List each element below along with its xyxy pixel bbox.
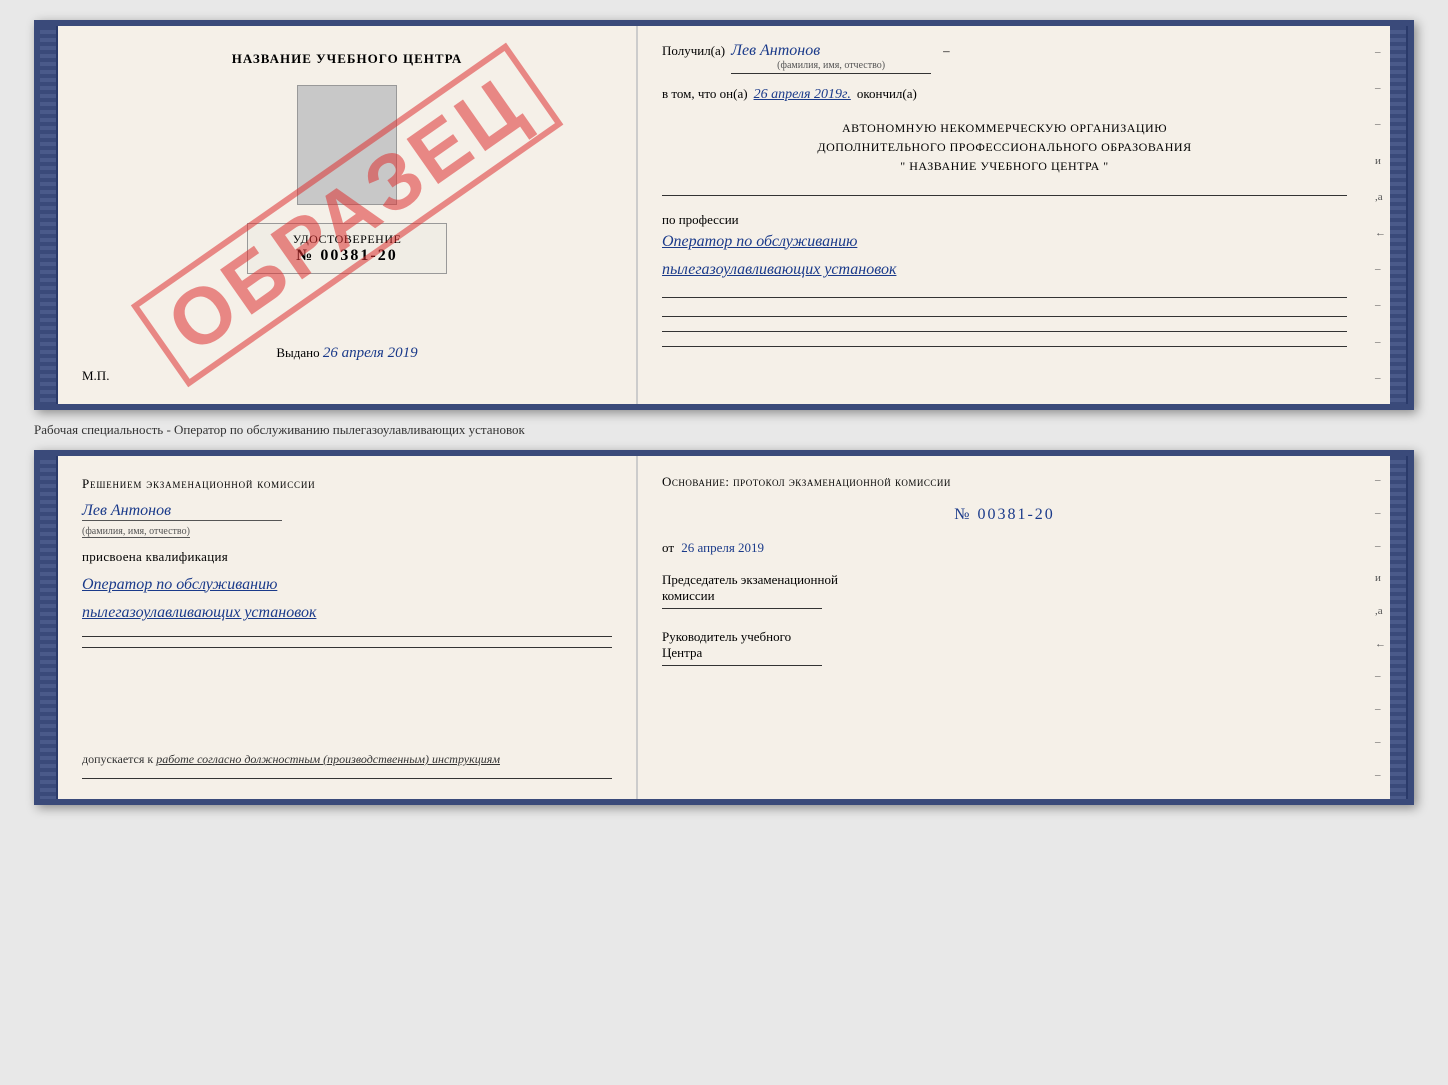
school-name-header: НАЗВАНИЕ УЧЕБНОГО ЦЕНТРА [232, 51, 463, 67]
org-line2: ДОПОЛНИТЕЛЬНОГО ПРОФЕССИОНАЛЬНОГО ОБРАЗО… [662, 138, 1347, 157]
recipient-name: Лев Антонов [731, 42, 820, 59]
bottom-spine-right [1390, 456, 1408, 799]
dash-line-1 [662, 195, 1347, 196]
chairman-block: Председатель экзаменационной комиссии [662, 572, 1347, 613]
profession-block: по профессии Оператор по обслуживанию пы… [662, 212, 1347, 286]
completion-date: 26 апреля 2019г. [754, 87, 851, 103]
cert-number: № 00381-20 [260, 247, 434, 265]
dash-line-2 [662, 297, 1347, 298]
issued-line: Выдано 26 апреля 2019 [276, 335, 417, 362]
bottom-certificate-book: Решением экзаменационной комиссии Лев Ан… [34, 450, 1414, 805]
issued-date: 26 апреля 2019 [323, 345, 418, 361]
org-name-line: " НАЗВАНИЕ УЧЕБНОГО ЦЕНТРА " [662, 157, 1347, 176]
fio-label-bottom: (фамилия, имя, отчество) [82, 526, 190, 538]
cert-number-box: УДОСТОВЕРЕНИЕ № 00381-20 [247, 223, 447, 274]
qual-line1: Оператор по обслуживанию [82, 571, 612, 600]
chairman-signature-line [662, 608, 822, 609]
right-side-marks: – – – и ,а ← – – – – [1371, 26, 1390, 404]
org-quote2: " [1103, 159, 1108, 173]
recipient-line: Получил(а) Лев Антонов (фамилия, имя, от… [662, 42, 1347, 74]
document-container: НАЗВАНИЕ УЧЕБНОГО ЦЕНТРА ОБРАЗЕЦ УДОСТОВ… [34, 20, 1414, 805]
photo-placeholder [297, 85, 397, 205]
book-spine-right [1390, 26, 1408, 404]
profession-line2: пылегазоулавливающих установок [662, 256, 1347, 285]
bottom-dash-1 [82, 636, 612, 637]
middle-specialty-label: Рабочая специальность - Оператор по обсл… [34, 418, 1414, 442]
dash-line-4 [662, 331, 1347, 332]
mp-label: М.П. [82, 368, 109, 384]
date-line-bottom: от 26 апреля 2019 [662, 540, 1347, 556]
allowed-text-block: допускается к работе согласно должностны… [82, 750, 612, 768]
bottom-spine-left [40, 456, 58, 799]
cert-label: УДОСТОВЕРЕНИЕ [260, 232, 434, 247]
allowed-italic-text: работе согласно должностным (производств… [156, 752, 500, 766]
assigned-qual-text: присвоена квалификация [82, 549, 612, 565]
head-line2: Центра [662, 645, 1347, 661]
org-quote1: " [900, 159, 905, 173]
date-completion-line: в том, что он(а) 26 апреля 2019г. окончи… [662, 86, 1347, 103]
dash-line-3 [662, 316, 1347, 317]
qual-line2: пылегазоулавливающих установок [82, 599, 612, 628]
protocol-number: № 00381-20 [662, 506, 1347, 524]
qualification-block: Оператор по обслуживанию пылегазоулавлив… [82, 571, 612, 629]
finished-label: окончил(а) [857, 86, 917, 102]
bottom-right-page: Основание: протокол экзаменационной коми… [638, 456, 1371, 799]
commission-decision-text: Решением экзаменационной комиссии [82, 474, 612, 494]
in-that-prefix: в том, что он(а) [662, 86, 748, 102]
head-signature-line [662, 665, 822, 666]
dash-line-5 [662, 346, 1347, 347]
top-right-page: Получил(а) Лев Антонов (фамилия, имя, от… [638, 26, 1371, 404]
bottom-dash-3 [82, 778, 612, 779]
head-block: Руководитель учебного Центра [662, 629, 1347, 670]
top-left-page: НАЗВАНИЕ УЧЕБНОГО ЦЕНТРА ОБРАЗЕЦ УДОСТОВ… [58, 26, 638, 404]
chairman-line2: комиссии [662, 588, 1347, 604]
basis-text: Основание: протокол экзаменационной коми… [662, 474, 1347, 490]
recipient-name-container: Лев Антонов (фамилия, имя, отчество) [731, 42, 931, 74]
chairman-line1: Председатель экзаменационной [662, 572, 1347, 588]
date-value: 26 апреля 2019 [681, 540, 764, 555]
bottom-person-name: Лев Антонов [82, 502, 612, 520]
bottom-left-page: Решением экзаменационной комиссии Лев Ан… [58, 456, 638, 799]
head-line1: Руководитель учебного [662, 629, 1347, 645]
date-prefix: от [662, 540, 674, 555]
bottom-right-marks: – – – и ,а ← – – – – [1371, 456, 1390, 799]
org-name: НАЗВАНИЕ УЧЕБНОГО ЦЕНТРА [909, 159, 1100, 173]
name-underline-bottom [82, 520, 282, 521]
issued-label: Выдано [276, 345, 319, 360]
fio-label-top: (фамилия, имя, отчество) [731, 60, 931, 71]
received-prefix: Получил(а) [662, 43, 725, 59]
org-block: АВТОНОМНУЮ НЕКОММЕРЧЕСКУЮ ОРГАНИЗАЦИЮ ДО… [662, 119, 1347, 177]
book-spine-left [40, 26, 58, 404]
person-name-bottom: Лев Антонов (фамилия, имя, отчество) [82, 500, 612, 539]
org-line1: АВТОНОМНУЮ НЕКОММЕРЧЕСКУЮ ОРГАНИЗАЦИЮ [662, 119, 1347, 138]
top-certificate-book: НАЗВАНИЕ УЧЕБНОГО ЦЕНТРА ОБРАЗЕЦ УДОСТОВ… [34, 20, 1414, 410]
bottom-dash-2 [82, 647, 612, 648]
profession-line1: Оператор по обслуживанию [662, 228, 1347, 257]
profession-prefix: по профессии [662, 212, 739, 227]
allowed-prefix: допускается к [82, 752, 153, 766]
